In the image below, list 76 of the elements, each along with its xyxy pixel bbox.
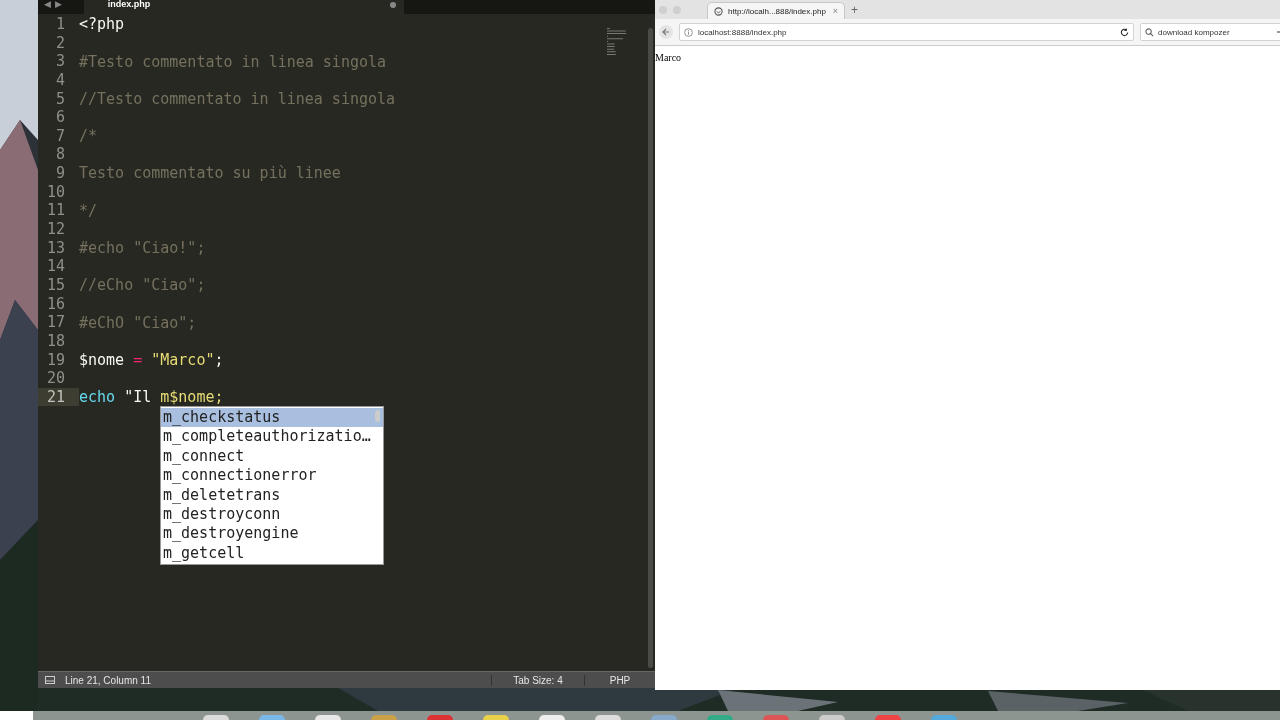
dock-icon[interactable] (595, 715, 621, 720)
completion-item[interactable]: m_deletetrans (161, 485, 383, 505)
code-line: /* (79, 127, 98, 146)
page-text: Marco (655, 52, 682, 63)
line-number: 8 (54, 145, 66, 165)
code-line: #echo "Ciao!"; (79, 239, 206, 257)
completion-item[interactable]: m_checkstatus (161, 408, 383, 428)
code-line: //Testo commentato in linea singola (79, 89, 396, 108)
new-tab-button[interactable]: + (851, 2, 858, 17)
back-button[interactable] (659, 25, 673, 39)
line-number: 5 (54, 89, 66, 109)
completion-item[interactable]: m_getcell (161, 543, 383, 564)
scrollbar[interactable] (374, 410, 380, 422)
completion-item[interactable]: m_destroyconn (161, 504, 383, 525)
dock-icon[interactable] (315, 715, 341, 720)
line-number: 18 (45, 331, 66, 351)
tab-size-button[interactable]: Tab Size: 4 (491, 674, 584, 686)
tab-title: http://localh...888/index.php (728, 6, 826, 16)
line-number: 2 (54, 33, 66, 53)
globe-icon (714, 6, 723, 16)
dock-icon[interactable] (203, 715, 229, 720)
line-number: 4 (54, 70, 66, 90)
line-number: 6 (54, 108, 66, 127)
line-number: 12 (45, 220, 66, 239)
file-tab[interactable]: index.php (83, 0, 404, 14)
dock-icon[interactable] (427, 715, 453, 720)
line-number: 19 (45, 350, 66, 370)
scrollbar[interactable] (648, 28, 653, 668)
line-number: 3 (54, 52, 66, 71)
line-number: 10 (45, 182, 66, 202)
code-line: <?php (79, 15, 125, 34)
reload-icon[interactable] (1120, 27, 1129, 37)
dock-icon[interactable] (483, 715, 509, 720)
info-icon[interactable] (684, 27, 693, 37)
dock-icon[interactable] (651, 715, 677, 720)
code-line: echo "Il m$nome; (79, 388, 224, 407)
dock-icon[interactable] (763, 715, 789, 720)
cursor-position: Line 21, Column 11 (64, 674, 152, 686)
search-field[interactable]: download kompozer (1140, 23, 1280, 41)
line-number: 11 (45, 201, 66, 221)
line-number: 7 (54, 126, 66, 146)
address-bar[interactable]: localhost:8888/index.php (679, 23, 1134, 41)
code-line: */ (79, 201, 98, 220)
code-line: $nome = "Marco"; (79, 350, 224, 369)
line-number: 14 (45, 257, 66, 276)
line-number: 9 (54, 164, 66, 183)
browser-tab[interactable]: http://localh...888/index.php × (707, 2, 845, 19)
dock-icon[interactable] (875, 715, 901, 720)
completion-item[interactable]: m_destroyengine (161, 524, 383, 544)
code-line: #Testo commentato in linea singola (79, 52, 387, 71)
line-number: 20 (45, 369, 66, 388)
completion-item[interactable]: m_connect (161, 446, 383, 467)
code-line: #eChO "Ciao"; (79, 313, 197, 332)
dock-icon[interactable] (539, 715, 565, 720)
completion-item[interactable]: m_completeauthorizatio… (161, 427, 383, 447)
dock-icon[interactable] (371, 715, 397, 720)
line-number: 13 (45, 238, 66, 258)
line-number: 21 (38, 387, 79, 407)
completion-item[interactable]: m_connectionerror (161, 466, 383, 486)
close-tab-button[interactable]: × (832, 6, 838, 16)
dock-icon[interactable] (931, 715, 957, 720)
line-number: 16 (45, 294, 66, 314)
code-line: Testo commentato su più linee (79, 164, 341, 183)
dock-icon[interactable] (707, 715, 733, 720)
search-icon (1145, 27, 1154, 37)
back-button[interactable]: ◀ (44, 0, 51, 9)
minimap-drawing (607, 28, 629, 56)
line-number: 1 (54, 15, 66, 34)
panel-icon[interactable] (45, 676, 55, 684)
forward-button[interactable]: ▶ (54, 0, 62, 9)
dock-icon[interactable] (819, 715, 845, 720)
dock-icon[interactable] (259, 715, 285, 720)
line-number: 15 (45, 275, 66, 295)
code-line: //eCho "Ciao"; (79, 276, 206, 295)
line-number: 17 (45, 313, 66, 332)
back-arrow-icon (662, 28, 670, 36)
